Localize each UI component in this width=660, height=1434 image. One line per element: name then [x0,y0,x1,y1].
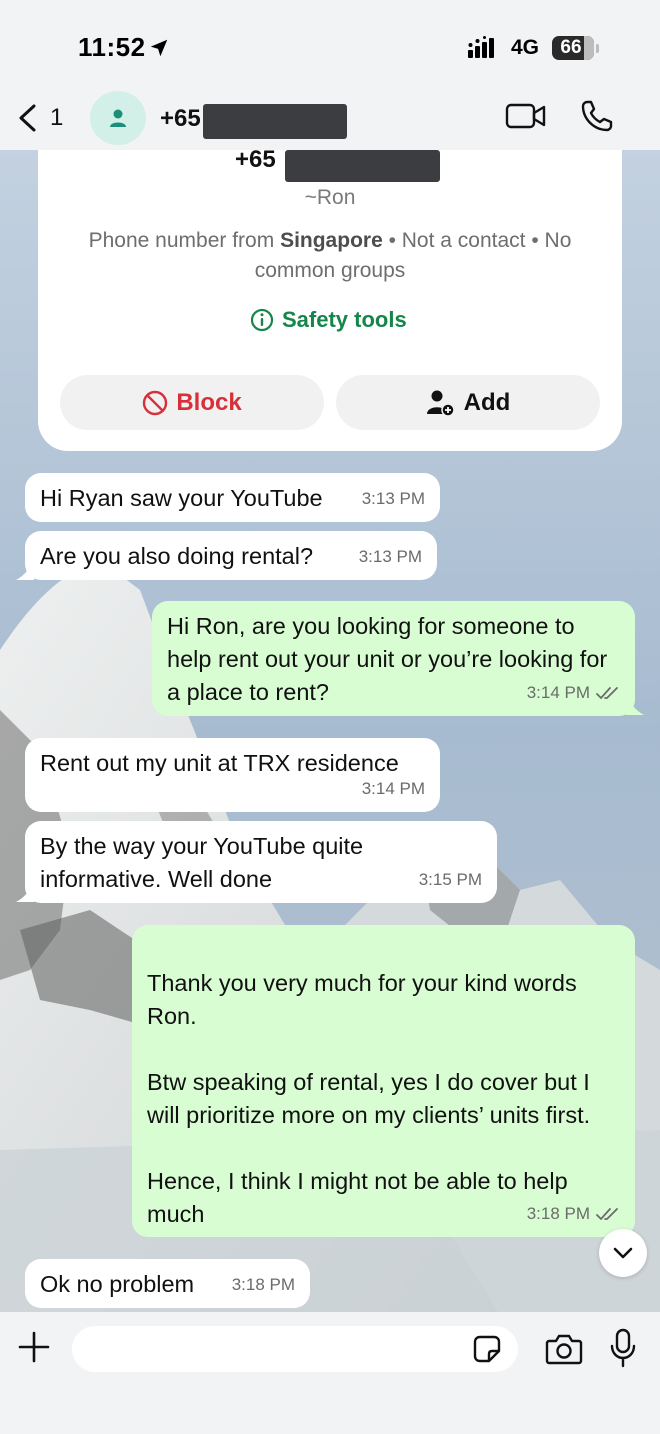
sticker-icon[interactable] [472,1334,502,1364]
chevron-left-icon [19,104,36,132]
message-bubble-incoming[interactable]: Rent out my unit at TRX residence 3:14 P… [25,738,440,812]
message-composer [0,1312,660,1434]
battery-level: 66 [560,37,582,58]
message-text: Are you also doing rental? [40,543,314,569]
info-country: Singapore [280,229,383,252]
message-time: 3:13 PM [361,489,425,508]
add-label: Add [463,388,511,416]
chat-header: 1 +65 [0,91,660,150]
message-time: 3:18 PM [527,1197,620,1230]
bubble-tail [626,697,644,715]
phone-icon[interactable] [579,98,615,134]
status-bar: 11:52 4G 66 [0,0,660,92]
microphone-icon[interactable] [609,1328,637,1368]
avatar[interactable] [90,91,146,145]
block-label: Block [176,388,242,416]
read-receipt-icon [596,686,618,699]
message-text: Ok no problem [40,1271,195,1297]
info-prefix: Phone number from [88,229,281,252]
message-text: By the way your YouTube quite informativ… [40,833,364,892]
message-text: Hi Ryan saw your YouTube [40,485,323,511]
video-camera-icon[interactable] [505,100,547,132]
redacted-number [203,104,347,139]
bubble-tail [16,562,34,580]
status-time: 11:52 [78,32,146,62]
message-bubble-outgoing[interactable]: Thank you very much for your kind words … [132,925,635,1237]
person-icon [110,109,126,127]
read-receipt-icon [596,1207,618,1220]
redacted-number [285,150,440,182]
plus-icon[interactable] [17,1330,51,1364]
unread-count: 1 [50,104,64,131]
message-text: Thank you very much for your kind words … [147,970,591,1227]
message-bubble-incoming[interactable]: Ok no problem 3:18 PM [25,1259,310,1308]
message-bubble-incoming[interactable]: Are you also doing rental? 3:13 PM [25,531,437,580]
message-time: 3:13 PM [358,547,422,566]
message-time-text: 3:18 PM [526,1204,590,1223]
block-icon [143,390,168,415]
message-time: 3:18 PM [231,1275,295,1294]
card-phone-number: +65 [235,146,276,173]
scroll-to-bottom-button[interactable] [599,1229,647,1277]
bubble-tail [16,884,34,902]
signal-icon [468,36,494,58]
contact-details: Phone number from Singapore • Not a cont… [52,226,608,286]
block-button[interactable]: Block [60,375,324,430]
back-button[interactable]: 1 [16,98,72,138]
battery-indicator: 66 [552,36,594,60]
location-arrow-icon [150,39,168,57]
message-bubble-incoming[interactable]: By the way your YouTube quite informativ… [25,821,497,903]
message-time: 3:15 PM [418,870,482,889]
add-contact-button[interactable]: Add [336,375,600,430]
message-time-text: 3:14 PM [526,683,590,702]
message-input[interactable] [72,1326,518,1372]
contact-name[interactable]: +65 [160,105,201,133]
contact-alias: ~Ron [304,186,356,209]
message-text: Rent out my unit at TRX residence [40,750,399,776]
safety-tools-label: Safety tools [282,307,407,332]
chevron-down-icon [613,1247,633,1259]
safety-tools-link[interactable]: Safety tools [250,307,407,333]
message-time: 3:14 PM [361,779,425,798]
message-bubble-incoming[interactable]: Hi Ryan saw your YouTube 3:13 PM [25,473,440,522]
message-time: 3:14 PM [527,676,620,709]
camera-icon[interactable] [545,1332,583,1366]
info-icon [250,308,274,332]
message-bubble-outgoing[interactable]: Hi Ron, are you looking for someone to h… [152,601,635,716]
add-person-icon [426,390,455,417]
network-type: 4G [511,36,540,59]
